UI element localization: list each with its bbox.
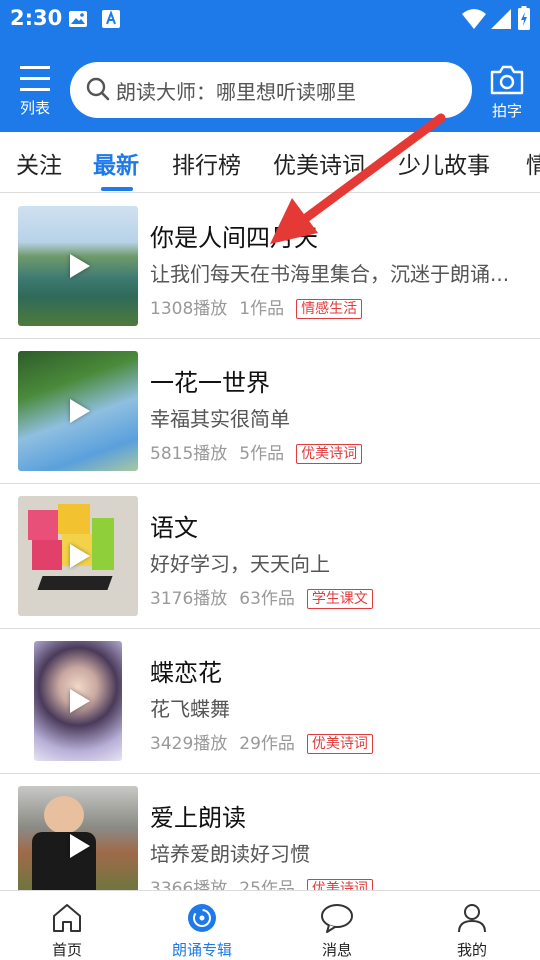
wifi-icon: [462, 9, 486, 29]
home-icon: [53, 904, 81, 932]
camera-icon: [490, 65, 524, 95]
work-count: 1作品: [239, 299, 285, 319]
play-icon: [70, 834, 90, 858]
nav-album[interactable]: 朗诵专辑: [152, 903, 252, 960]
list-item[interactable]: 一花一世界 幸福其实很简单 5815播放 5作品 优美诗词: [0, 339, 540, 484]
play-icon: [70, 254, 90, 278]
category-tag[interactable]: 学生课文: [306, 589, 373, 609]
menu-label: 列表: [19, 99, 50, 117]
signal-icon: [491, 9, 511, 29]
photo-label: 拍字: [491, 102, 522, 120]
menu-icon: [14, 66, 56, 91]
category-tag[interactable]: 优美诗词: [306, 879, 373, 890]
album-meta: 3429播放 29作品 优美诗词: [150, 729, 373, 754]
album-meta: 3366播放 25作品 优美诗词: [150, 874, 373, 890]
tab-children-stories[interactable]: 少儿故事: [398, 146, 490, 180]
tab-emotion[interactable]: 情: [526, 146, 540, 180]
nav-messages[interactable]: 消息: [287, 903, 387, 960]
play-count: 1308播放: [150, 299, 228, 319]
play-icon: [70, 689, 90, 713]
tab-poetry[interactable]: 优美诗词: [273, 146, 365, 180]
album-description: 培养爱朗读好习惯: [150, 842, 310, 866]
search-placeholder: 朗读大师：哪里想听读哪里: [116, 80, 356, 104]
album-meta: 5815播放 5作品 优美诗词: [150, 439, 363, 464]
bottom-nav: 首页 朗诵专辑 消息 我的: [0, 890, 540, 960]
album-title: 爱上朗读: [150, 804, 246, 832]
header: 列表 朗读大师：哪里想听读哪里 拍字: [0, 40, 540, 132]
list-item[interactable]: 爱上朗读 培养爱朗读好习惯 3366播放 25作品 优美诗词: [0, 774, 540, 890]
list-item[interactable]: 语文 好好学习，天天向上 3176播放 63作品 学生课文: [0, 484, 540, 629]
play-count: 5815播放: [150, 444, 228, 464]
work-count: 29作品: [239, 734, 295, 754]
list-item[interactable]: 你是人间四月天 让我们每天在书海里集合，沉迷于朗诵... 1308播放 1作品 情感…: [0, 194, 540, 339]
screen: 2:30 列表 朗读大师：哪里想听读哪里 拍字 关注 最新 排行榜 优美诗词 少…: [0, 0, 540, 960]
battery-icon: [518, 6, 530, 30]
album-cover: [18, 496, 138, 616]
album-description: 好好学习，天天向上: [150, 552, 330, 576]
category-tag[interactable]: 优美诗词: [306, 734, 373, 754]
work-count: 25作品: [239, 879, 295, 890]
album-cover: [18, 786, 138, 890]
nav-home[interactable]: 首页: [17, 903, 117, 960]
category-tabs: 关注 最新 排行榜 优美诗词 少儿故事 情: [0, 132, 540, 193]
album-cover: [18, 351, 138, 471]
nav-profile[interactable]: 我的: [422, 903, 522, 960]
album-list: 你是人间四月天 让我们每天在书海里集合，沉迷于朗诵... 1308播放 1作品 情感…: [0, 194, 540, 890]
play-count: 3366播放: [150, 879, 228, 890]
work-count: 5作品: [239, 444, 285, 464]
list-item[interactable]: 蝶恋花 花飞蝶舞 3429播放 29作品 优美诗词: [0, 629, 540, 774]
status-bar: 2:30: [0, 0, 540, 40]
search-box[interactable]: 朗读大师：哪里想听读哪里: [70, 62, 472, 118]
album-description: 幸福其实很简单: [150, 407, 290, 431]
nav-profile-label: 我的: [456, 941, 487, 959]
play-icon: [70, 399, 90, 423]
album-meta: 1308播放 1作品 情感生活: [150, 294, 363, 319]
menu-button[interactable]: 列表: [14, 66, 56, 122]
play-count: 3429播放: [150, 734, 228, 754]
nav-messages-label: 消息: [321, 941, 352, 959]
album-cover: [34, 641, 122, 761]
album-description: 让我们每天在书海里集合，沉迷于朗诵...: [150, 262, 510, 286]
profile-icon: [458, 904, 486, 933]
nav-album-label: 朗诵专辑: [171, 941, 232, 959]
album-meta: 3176播放 63作品 学生课文: [150, 584, 373, 609]
play-count: 3176播放: [150, 589, 228, 609]
album-title: 蝶恋花: [150, 659, 222, 687]
category-tag[interactable]: 情感生活: [296, 299, 363, 319]
play-icon: [70, 544, 90, 568]
photo-button[interactable]: 拍字: [484, 64, 530, 121]
album-title: 你是人间四月天: [150, 224, 318, 252]
image-notification-icon: [69, 11, 87, 27]
tab-follow[interactable]: 关注: [16, 146, 62, 180]
active-tab-indicator: [101, 187, 133, 191]
message-icon: [321, 904, 353, 933]
work-count: 63作品: [239, 589, 295, 609]
search-icon: [86, 77, 110, 101]
nav-home-label: 首页: [51, 941, 82, 959]
tab-ranking[interactable]: 排行榜: [172, 146, 241, 180]
album-title: 语文: [150, 514, 198, 542]
status-time: 2:30: [10, 6, 63, 30]
album-description: 花飞蝶舞: [150, 697, 230, 721]
album-title: 一花一世界: [150, 369, 270, 397]
album-icon: [188, 904, 216, 932]
category-tag[interactable]: 优美诗词: [296, 444, 363, 464]
tab-latest[interactable]: 最新: [93, 146, 139, 180]
app-notification-icon: [102, 10, 120, 28]
album-cover: [18, 206, 138, 326]
